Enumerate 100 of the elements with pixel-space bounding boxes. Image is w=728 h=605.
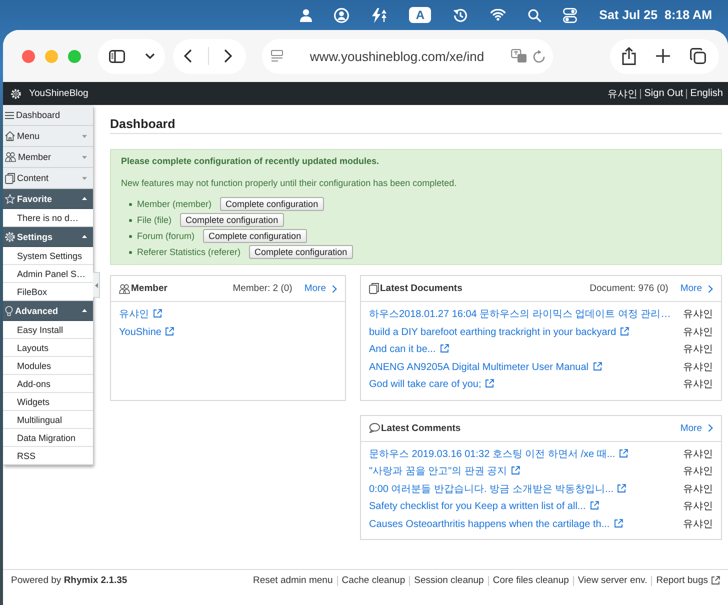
plus-icon[interactable] <box>656 49 670 63</box>
clock-arrow-icon[interactable] <box>453 8 468 22</box>
site-title-link[interactable]: YouShineBlog <box>29 88 88 99</box>
sidebar-link[interactable]: Multilingual <box>3 411 93 429</box>
input-source-indicator[interactable]: A <box>409 7 432 23</box>
sidebar-section-header[interactable]: Settings <box>3 227 93 247</box>
module-name: File (file) <box>137 215 172 225</box>
sidebar-icon[interactable] <box>109 50 125 62</box>
footer-link[interactable]: Report bugs <box>656 575 720 586</box>
complete-configuration-button[interactable]: Complete configuration <box>202 229 308 243</box>
comment-link[interactable]: Causes Osteoarthritis happens when the cartilage th... <box>369 518 623 530</box>
user-circle-icon[interactable] <box>334 8 350 22</box>
sidebar-link[interactable]: Admin Panel S… <box>3 265 93 283</box>
footer-link[interactable]: Cache cleanup <box>342 575 406 586</box>
bolt-icon[interactable] <box>371 8 388 22</box>
sidebar-section-header[interactable]: Favorite <box>3 189 93 209</box>
sidebar-link[interactable]: Widgets <box>3 393 93 411</box>
external-link-icon <box>511 466 520 475</box>
header-link[interactable]: English <box>690 88 723 99</box>
complete-configuration-button[interactable]: Complete configuration <box>220 197 324 211</box>
external-link-icon <box>614 518 623 528</box>
external-link-icon <box>592 362 602 370</box>
sidebar-link[interactable]: RSS <box>3 447 93 465</box>
sidebar-collapse-button[interactable] <box>93 272 100 298</box>
menu-bar-time[interactable]: 8:18 AM <box>664 8 712 22</box>
back-icon[interactable] <box>184 49 192 63</box>
comment-link[interactable]: Safety checklist for you Keep a written list of all... <box>369 501 599 512</box>
sidebar-item[interactable]: Content <box>3 168 93 189</box>
member-count: Member: 2 (0) <box>232 283 292 294</box>
sidebar-item[interactable]: Menu <box>3 126 93 147</box>
document-link[interactable]: 하우스2018.01.27 16:04 문하우스의 라이믹스 업데이트 여정 관리… <box>369 309 671 320</box>
sidebar-link[interactable]: Add-ons <box>3 375 93 393</box>
external-link-icon <box>153 309 162 318</box>
complete-configuration-button[interactable]: Complete configuration <box>180 213 284 227</box>
share-icon[interactable] <box>622 47 636 65</box>
document-icon <box>369 283 379 294</box>
external-link-icon <box>617 484 626 492</box>
member-link[interactable]: YouShine <box>119 326 174 338</box>
people-icon <box>5 152 16 162</box>
reload-icon[interactable] <box>533 50 545 62</box>
close-button[interactable] <box>22 50 35 62</box>
sidebar-link[interactable]: Data Migration <box>3 429 93 447</box>
powered-by-text: Powered by Rhymix 2.1.35 <box>11 575 128 586</box>
module-name: Referer Statistics (referer) <box>137 247 241 257</box>
caret-icon <box>82 309 87 312</box>
sidebar-link[interactable]: Layouts <box>3 339 93 357</box>
sidebar-link[interactable]: System Settings <box>3 247 93 265</box>
sidebar-link[interactable]: Easy Install <box>3 321 93 339</box>
wifi-icon[interactable] <box>490 9 506 21</box>
footer-link[interactable]: Core files cleanup <box>492 575 569 586</box>
footer-link[interactable]: Session cleanup <box>414 575 484 586</box>
sidebar-link[interactable]: Modules <box>3 357 93 375</box>
document-icon <box>5 172 15 184</box>
toggles-icon[interactable] <box>563 8 578 22</box>
document-count: Document: 976 (0) <box>590 283 668 294</box>
complete-configuration-button[interactable]: Complete configuration <box>248 245 354 259</box>
sidebar-link[interactable]: FileBox <box>3 283 93 301</box>
sidebar-link[interactable]: There is no d… <box>3 209 93 227</box>
person-icon[interactable] <box>300 8 312 22</box>
caret-icon <box>82 134 87 138</box>
external-link-icon <box>619 448 628 458</box>
document-link[interactable]: ANENG AN9205A Digital Multimeter User Manual <box>369 362 602 372</box>
address-field[interactable]: www.youshineblog.com/xe/ind <box>262 38 553 74</box>
bullet-icon <box>129 202 132 206</box>
speech-bubble-icon <box>369 423 380 433</box>
header-link[interactable]: Sign Out <box>644 88 684 99</box>
document-link[interactable]: God will take care of you; <box>369 379 494 390</box>
more-link[interactable]: More <box>680 283 713 294</box>
page-icon[interactable] <box>271 50 283 62</box>
more-link[interactable]: More <box>304 283 337 294</box>
sidebar-section-header[interactable]: Advanced <box>3 301 93 321</box>
chevron-down-icon[interactable] <box>145 53 155 59</box>
header-link[interactable]: 유샤인 <box>607 86 638 100</box>
caret-icon <box>82 176 87 180</box>
module-name: Member (member) <box>137 199 212 209</box>
sidebar-item[interactable]: Member <box>3 147 93 168</box>
author-name: 유샤인 <box>683 448 713 462</box>
footer-link[interactable]: Reset admin menu <box>253 575 333 586</box>
forward-icon[interactable] <box>224 49 232 63</box>
translate-icon[interactable] <box>511 49 527 63</box>
chevron-right-icon <box>708 424 713 432</box>
more-link[interactable]: More <box>680 422 713 434</box>
comment-link[interactable]: 0:00 여러분들 반갑습니다. 방금 소개받은 박동창입니... <box>369 484 626 494</box>
sidebar-item[interactable]: Dashboard <box>3 105 93 126</box>
footer-link[interactable]: View server env. <box>578 575 648 586</box>
member-link[interactable]: 유샤인 <box>119 309 162 320</box>
author-name: 유샤인 <box>683 360 713 374</box>
comment-link[interactable]: 문하우스 2019.03.16 01:32 호스팅 이전 하면서 /xe 때... <box>369 448 628 460</box>
tabs-icon[interactable] <box>690 48 706 64</box>
document-link[interactable]: And can it be... <box>369 344 449 355</box>
author-name: 유샤인 <box>683 378 713 392</box>
menu-bar-date[interactable]: Sat Jul 25 <box>599 8 658 22</box>
author-name: 유샤인 <box>683 465 713 479</box>
search-icon[interactable] <box>528 8 542 22</box>
list-icon <box>5 112 14 118</box>
panel-title: Latest Documents <box>380 283 462 294</box>
gear-icon[interactable] <box>11 88 21 98</box>
document-link[interactable]: build a DIY barefoot earthing trackright in your backyard <box>369 326 630 338</box>
comment-link[interactable]: "사랑과 꿈을 안고"의 판권 공지 <box>369 466 520 477</box>
external-link-icon <box>440 344 449 353</box>
